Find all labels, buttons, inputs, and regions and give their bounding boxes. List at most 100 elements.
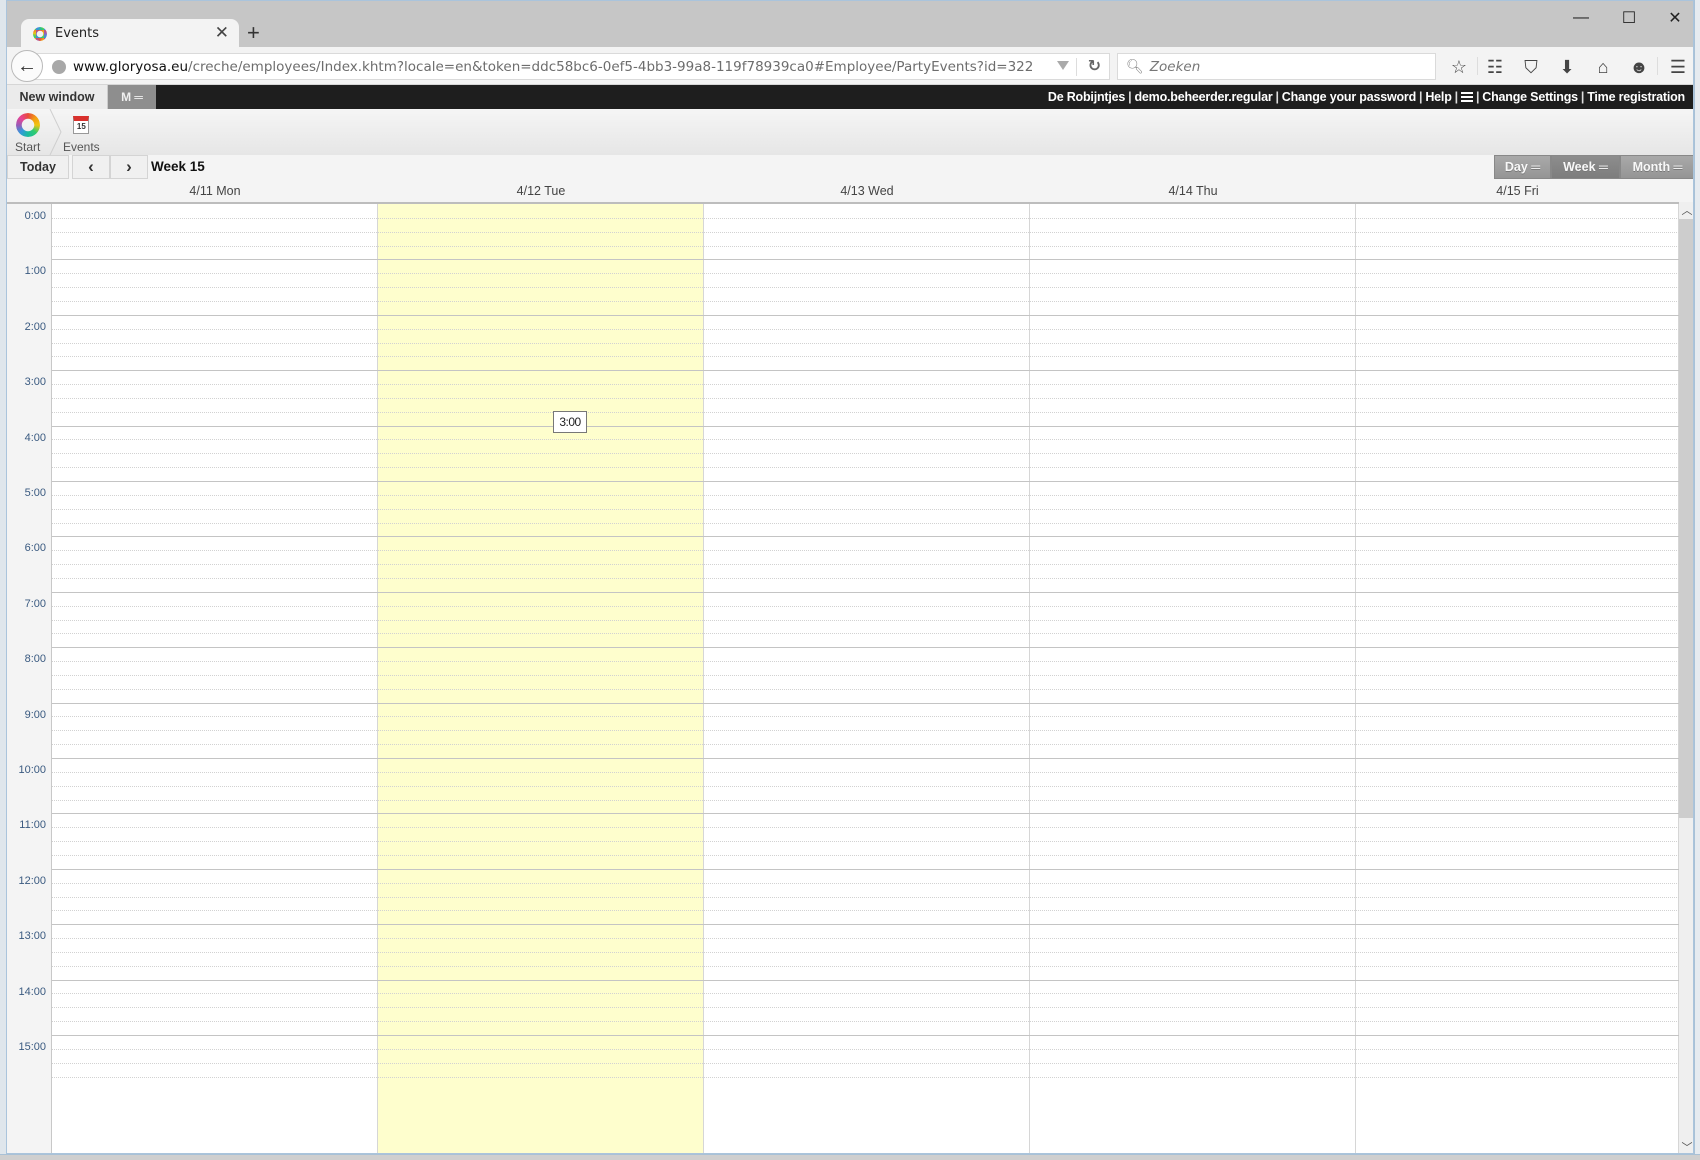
m-menu-button[interactable]: M ═ bbox=[108, 85, 156, 109]
star-icon[interactable]: ☆ bbox=[1447, 56, 1471, 78]
quarter-hour-gridline bbox=[52, 938, 1679, 940]
browser-window: Events ✕ + — ☐ ✕ www.gloryosa.eu/creche/… bbox=[6, 0, 1694, 1154]
change-settings-link[interactable]: Change Settings bbox=[1482, 90, 1578, 104]
vertical-scrollbar[interactable]: ︿ ﹀ bbox=[1679, 202, 1693, 1153]
back-button[interactable]: ← bbox=[11, 50, 43, 82]
day-column-mon[interactable] bbox=[52, 204, 378, 1153]
quarter-hour-gridline bbox=[52, 841, 1679, 843]
hour-label: 14:00 bbox=[18, 985, 46, 998]
quarter-hour-gridline bbox=[52, 716, 1679, 718]
day-header-fri[interactable]: 4/15 Fri bbox=[1356, 184, 1679, 198]
quarter-hour-gridline bbox=[52, 231, 1679, 233]
browser-titlebar: Events ✕ + — ☐ ✕ bbox=[7, 1, 1693, 48]
scroll-down-arrow-icon[interactable]: ﹀ bbox=[1679, 1139, 1693, 1153]
quarter-hour-gridline bbox=[52, 896, 1679, 898]
quarter-hour-gridline bbox=[52, 799, 1679, 801]
hour-gridline bbox=[52, 813, 1679, 815]
day-header-thu[interactable]: 4/14 Thu bbox=[1030, 184, 1356, 198]
hour-gridline bbox=[52, 647, 1679, 649]
help-link[interactable]: Help bbox=[1425, 90, 1451, 104]
reload-icon[interactable]: ↻ bbox=[1088, 56, 1101, 75]
quarter-hour-gridline bbox=[52, 397, 1679, 399]
hour-label: 15:00 bbox=[18, 1041, 46, 1053]
quarter-hour-gridline bbox=[52, 605, 1679, 607]
quarter-hour-gridline bbox=[52, 300, 1679, 302]
day-header-row: 4/11 Mon 4/12 Tue 4/13 Wed 4/14 Thu 4/15… bbox=[7, 179, 1693, 202]
today-button[interactable]: Today bbox=[7, 155, 69, 179]
download-icon[interactable]: ⬇ bbox=[1555, 56, 1579, 78]
view-week-button[interactable]: Week ═ bbox=[1551, 155, 1620, 179]
day-column-tue-today[interactable] bbox=[378, 204, 704, 1153]
day-column-fri[interactable] bbox=[1356, 204, 1679, 1153]
quarter-hour-gridline bbox=[52, 882, 1679, 884]
quarter-hour-gridline bbox=[52, 439, 1679, 441]
day-column-thu[interactable] bbox=[1030, 204, 1356, 1153]
home-icon[interactable]: ⌂ bbox=[1591, 56, 1615, 78]
view-month-button[interactable]: Month ═ bbox=[1620, 155, 1693, 179]
reading-list-icon[interactable]: ☷ bbox=[1483, 56, 1507, 78]
search-input[interactable]: 🔍︎ Zoeken bbox=[1117, 53, 1436, 80]
smiley-icon[interactable]: ☻ bbox=[1627, 56, 1651, 78]
new-window-button[interactable]: New window bbox=[7, 85, 108, 109]
quarter-hour-gridline bbox=[52, 550, 1679, 552]
hour-gridline bbox=[52, 481, 1679, 482]
url-history-dropdown-icon[interactable] bbox=[1057, 61, 1069, 70]
user-link[interactable]: demo.beheerder.regular bbox=[1134, 90, 1272, 104]
hour-label: 9:00 bbox=[24, 708, 46, 721]
prev-week-button[interactable]: ‹ bbox=[72, 155, 110, 179]
quarter-hour-gridline bbox=[52, 951, 1679, 953]
breadcrumb-start[interactable]: Start bbox=[15, 113, 40, 154]
browser-tab-events[interactable]: Events ✕ bbox=[21, 19, 239, 48]
separator: | bbox=[1275, 90, 1279, 104]
url-path: /creche/employees/Index.khtm?locale=en&t… bbox=[188, 58, 1034, 75]
day-column-wed[interactable] bbox=[704, 204, 1030, 1153]
url-domain: www.gloryosa.eu bbox=[73, 58, 189, 75]
change-password-link[interactable]: Change your password bbox=[1282, 90, 1416, 104]
day-header-tue[interactable]: 4/12 Tue bbox=[378, 184, 704, 198]
quarter-hour-gridline bbox=[52, 744, 1679, 746]
quarter-hour-gridline bbox=[52, 1021, 1679, 1023]
scroll-up-arrow-icon[interactable]: ︿ bbox=[1679, 202, 1693, 218]
day-header-wed[interactable]: 4/13 Wed bbox=[704, 184, 1030, 198]
hamburger-menu-icon[interactable]: ☰ bbox=[1666, 56, 1690, 78]
hour-gridline bbox=[52, 979, 1679, 981]
desktop-background-right bbox=[1694, 0, 1700, 1160]
view-day-button[interactable]: Day ═ bbox=[1494, 155, 1551, 179]
scrollbar-thumb[interactable] bbox=[1679, 219, 1693, 818]
breadcrumb-events[interactable]: 15 Events bbox=[63, 113, 100, 154]
quarter-hour-gridline bbox=[52, 467, 1679, 469]
app-top-bar: New window M ═ De Robijntjes | demo.behe… bbox=[7, 85, 1693, 109]
org-link[interactable]: De Robijntjes bbox=[1048, 90, 1125, 104]
new-tab-plus-icon[interactable]: + bbox=[247, 20, 260, 46]
separator: | bbox=[1454, 90, 1459, 104]
close-tab-icon[interactable]: ✕ bbox=[215, 23, 229, 43]
hour-label: 2:00 bbox=[24, 320, 46, 333]
time-registration-link[interactable]: Time registration bbox=[1587, 90, 1685, 104]
minimize-window-icon[interactable]: — bbox=[1559, 5, 1603, 31]
close-window-icon[interactable]: ✕ bbox=[1653, 5, 1693, 31]
quarter-hour-gridline bbox=[52, 411, 1679, 413]
pocket-icon[interactable]: ⛉ bbox=[1519, 56, 1543, 78]
quarter-hour-gridline bbox=[52, 993, 1679, 995]
hour-label: 4:00 bbox=[24, 431, 46, 444]
hour-gridline bbox=[52, 591, 1679, 593]
address-bar[interactable]: www.gloryosa.eu/creche/employees/Index.k… bbox=[29, 53, 1110, 80]
menu-icon[interactable] bbox=[1460, 92, 1473, 102]
day-header-mon[interactable]: 4/11 Mon bbox=[52, 184, 378, 198]
week-time-grid[interactable]: 0:00 1:00 2:00 3:00 4:00 5:00 6:00 7:00 8:00 9:00… bbox=[7, 202, 1679, 1153]
hour-label: 11:00 bbox=[19, 819, 46, 832]
hour-gridline bbox=[52, 758, 1679, 759]
maximize-window-icon[interactable]: ☐ bbox=[1607, 5, 1651, 31]
quarter-hour-gridline bbox=[52, 1007, 1679, 1009]
next-week-button[interactable]: › bbox=[110, 155, 148, 179]
calendar-toolbar: Today ‹ › Week 15 Day ═ Week ═ Month ═ bbox=[7, 155, 1693, 179]
quarter-hour-gridline bbox=[52, 730, 1679, 732]
quarter-hour-gridline bbox=[52, 854, 1679, 856]
quarter-hour-gridline bbox=[52, 827, 1679, 829]
chevron-right-icon: › bbox=[126, 157, 132, 176]
quarter-hour-gridline bbox=[52, 771, 1679, 773]
quarter-hour-gridline bbox=[52, 619, 1679, 621]
hour-label: 8:00 bbox=[24, 653, 46, 666]
hour-gridline bbox=[52, 1035, 1679, 1036]
start-logo-icon bbox=[15, 113, 40, 137]
